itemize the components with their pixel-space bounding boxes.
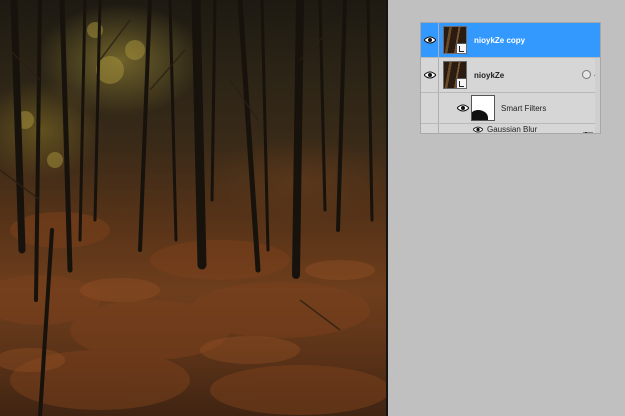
- layer-thumbnail[interactable]: [443, 26, 467, 54]
- smart-filters-label: Smart Filters: [501, 104, 547, 113]
- eye-icon[interactable]: [424, 36, 436, 44]
- eye-icon[interactable]: [424, 71, 436, 79]
- visibility-column: [421, 23, 439, 57]
- layers-panel: nioykZe copy nioykZe Smart Filters Gauss…: [420, 22, 601, 134]
- layer-thumbnail[interactable]: [443, 61, 467, 89]
- visibility-column: [421, 93, 439, 123]
- eye-icon[interactable]: [457, 104, 469, 112]
- layer-row-nioykze[interactable]: nioykZe: [421, 58, 600, 93]
- panel-scrollbar[interactable]: [595, 58, 600, 133]
- eye-icon[interactable]: [473, 126, 483, 133]
- filter-name[interactable]: Gaussian Blur: [487, 125, 537, 133]
- layer-name[interactable]: nioykZe: [474, 71, 504, 80]
- layer-style-icon[interactable]: [582, 70, 591, 79]
- document-canvas[interactable]: [0, 0, 386, 416]
- filter-row-gaussian-blur[interactable]: Gaussian Blur: [421, 124, 600, 133]
- smart-filters-row[interactable]: Smart Filters: [421, 93, 600, 124]
- filter-mask-icon[interactable]: [471, 95, 495, 121]
- visibility-column: [421, 58, 439, 92]
- layer-row-nioykze-copy[interactable]: nioykZe copy: [421, 23, 600, 58]
- smart-object-badge-icon: [456, 78, 466, 88]
- visibility-column: [421, 124, 439, 133]
- filter-options-icon[interactable]: [583, 126, 593, 133]
- canvas-edge: [386, 0, 388, 416]
- layer-name[interactable]: nioykZe copy: [474, 36, 525, 45]
- forest-photo: [0, 0, 386, 416]
- smart-object-badge-icon: [456, 43, 466, 53]
